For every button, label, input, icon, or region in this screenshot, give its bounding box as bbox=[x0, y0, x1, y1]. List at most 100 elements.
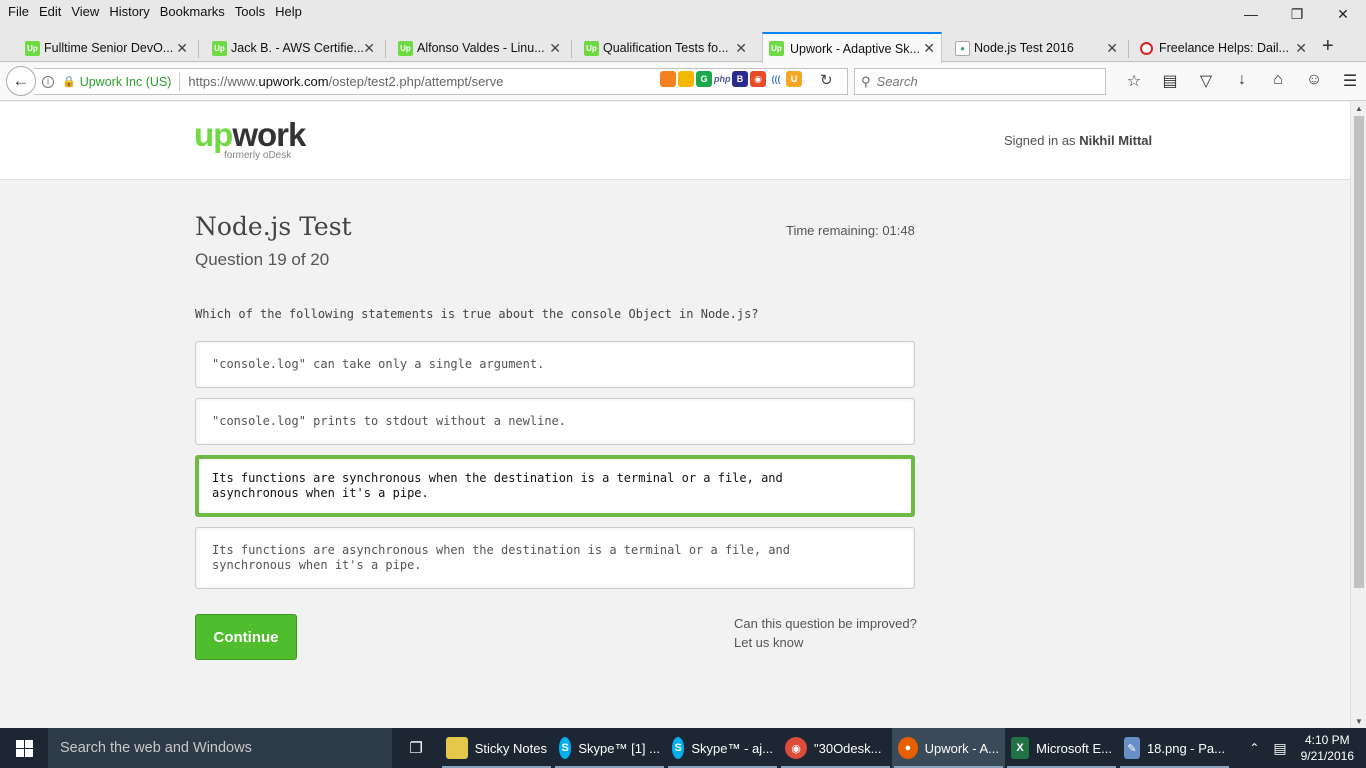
close-tab-icon[interactable]: ✕ bbox=[923, 40, 935, 57]
upwork-icon: Up bbox=[584, 40, 599, 56]
info-icon[interactable]: i bbox=[42, 75, 54, 88]
search-input[interactable]: ⚲ Search bbox=[854, 68, 1106, 95]
taskbar-app-paint[interactable]: ✎ 18.png - Pa... bbox=[1118, 728, 1231, 768]
grammarly-icon[interactable]: G bbox=[696, 71, 712, 87]
feedback-links: Can this question be improved? Let us kn… bbox=[734, 614, 917, 652]
chrome-icon: ◉ bbox=[785, 737, 807, 759]
clock-time: 4:10 PM bbox=[1304, 733, 1350, 747]
scroll-up-icon[interactable]: ▲ bbox=[1355, 104, 1363, 113]
menu-file[interactable]: File bbox=[3, 4, 34, 19]
nodejs-icon: ● bbox=[955, 40, 970, 56]
browser-tab[interactable]: Freelance Helps: Dail... ✕ bbox=[1137, 34, 1313, 62]
close-tab-icon[interactable]: ✕ bbox=[1106, 40, 1118, 57]
menu-history[interactable]: History bbox=[104, 4, 154, 19]
let-us-know-link[interactable]: Let us know bbox=[734, 633, 917, 652]
upwork-logo[interactable]: upwork formerly oDesk bbox=[194, 118, 306, 162]
wave-icon[interactable]: ((( bbox=[768, 71, 784, 87]
system-tray: ⌃ ▤ 4:10 PM 9/21/2016 bbox=[1249, 728, 1366, 768]
browser-tab[interactable]: Up Jack B. - AWS Certifie... ✕ bbox=[209, 34, 381, 62]
menu-edit[interactable]: Edit bbox=[34, 4, 66, 19]
pocket-icon[interactable]: ▽ bbox=[1188, 71, 1224, 91]
skype-icon: S bbox=[559, 737, 572, 759]
freelancehelps-icon bbox=[1140, 41, 1153, 55]
back-button[interactable]: ← bbox=[6, 66, 36, 96]
close-tab-icon[interactable]: ✕ bbox=[549, 40, 561, 57]
download-icon[interactable]: ↓ bbox=[1224, 71, 1260, 91]
php-icon[interactable]: php bbox=[714, 71, 731, 87]
browser-tab-active[interactable]: Up Upwork - Adaptive Sk... ✕ bbox=[762, 32, 942, 63]
close-tab-icon[interactable]: ✕ bbox=[1295, 40, 1307, 57]
answer-option[interactable]: "console.log" can take only a single arg… bbox=[195, 341, 915, 388]
taskbar-app-excel[interactable]: X Microsoft E... bbox=[1005, 728, 1118, 768]
new-tab-icon[interactable]: + bbox=[1322, 35, 1334, 58]
task-view-icon[interactable]: ❐ bbox=[392, 739, 440, 757]
menu-bar: File Edit View History Bookmarks Tools H… bbox=[0, 0, 1366, 22]
menu-bookmarks[interactable]: Bookmarks bbox=[155, 4, 230, 19]
menu-tools[interactable]: Tools bbox=[230, 4, 270, 19]
answer-option[interactable]: Its functions are asynchronous when the … bbox=[195, 527, 915, 589]
tab-title: Upwork - Adaptive Sk... bbox=[790, 41, 920, 56]
menu-help[interactable]: Help bbox=[270, 4, 307, 19]
notification-icon[interactable]: ▤ bbox=[1273, 740, 1286, 757]
bootstrap-icon[interactable]: B bbox=[732, 71, 748, 87]
reload-icon[interactable]: ↻ bbox=[820, 71, 833, 89]
test-title: Node.js Test bbox=[195, 212, 352, 241]
question-text: Which of the following statements is tru… bbox=[195, 307, 759, 321]
cloudflare-icon[interactable] bbox=[660, 71, 676, 87]
taskbar-app-firefox[interactable]: ● Upwork - A... bbox=[892, 728, 1005, 768]
scrollbar-thumb[interactable] bbox=[1354, 116, 1364, 588]
taskbar: Search the web and Windows ❐ Sticky Note… bbox=[0, 728, 1366, 768]
user-name[interactable]: Nikhil Mittal bbox=[1079, 133, 1152, 148]
tab-title: Qualification Tests fo... bbox=[603, 41, 729, 55]
lock-icon: 🔒 bbox=[62, 76, 76, 88]
close-tab-icon[interactable]: ✕ bbox=[735, 40, 747, 57]
extension-icons: G php B ◉ ((( U bbox=[660, 71, 802, 87]
upwork-icon: Up bbox=[212, 40, 227, 56]
smiley-icon[interactable]: ☺ bbox=[1296, 71, 1332, 91]
scroll-down-icon[interactable]: ▼ bbox=[1355, 717, 1363, 726]
search-placeholder: Search bbox=[876, 74, 918, 89]
question-number: Question 19 of 20 bbox=[195, 250, 330, 269]
menu-view[interactable]: View bbox=[66, 4, 104, 19]
reading-list-icon[interactable]: ▤ bbox=[1152, 71, 1188, 91]
search-icon: ⚲ bbox=[861, 73, 871, 89]
browser-tab[interactable]: Up Fulltime Senior DevO... ✕ bbox=[22, 34, 194, 62]
taskbar-app-chrome[interactable]: ◉ "30Odesk... bbox=[779, 728, 892, 768]
tab-bar: Up Fulltime Senior DevO... ✕ Up Jack B. … bbox=[0, 22, 1366, 63]
url-text[interactable]: https://www.upwork.com/ostep/test2.php/a… bbox=[188, 74, 503, 89]
taskbar-search[interactable]: Search the web and Windows bbox=[48, 728, 392, 768]
navigation-bar: i 🔒 Upwork Inc (US) https://www.upwork.c… bbox=[0, 63, 1366, 101]
windows-icon bbox=[15, 739, 33, 757]
browser-tab[interactable]: Up Alfonso Valdes - Linu... ✕ bbox=[395, 34, 567, 62]
bookmark-star-icon[interactable]: ☆ bbox=[1116, 71, 1152, 91]
firefox-icon: ● bbox=[898, 737, 918, 759]
site-identity[interactable]: Upwork Inc (US) bbox=[80, 75, 172, 89]
close-tab-icon[interactable]: ✕ bbox=[176, 40, 188, 57]
upwork-header: upwork formerly oDesk Signed in as Nikhi… bbox=[0, 102, 1350, 180]
excel-icon: X bbox=[1011, 737, 1030, 759]
tab-title: Jack B. - AWS Certifie... bbox=[231, 41, 364, 55]
taskbar-app-skype[interactable]: S Skype™ - aj... bbox=[666, 728, 779, 768]
back-arrow-icon: ← bbox=[12, 71, 30, 90]
ubuntu-icon[interactable]: ◉ bbox=[750, 71, 766, 87]
close-tab-icon[interactable]: ✕ bbox=[363, 40, 375, 57]
browser-tab[interactable]: Up Qualification Tests fo... ✕ bbox=[581, 34, 753, 62]
ublock-icon[interactable]: U bbox=[786, 71, 802, 87]
taskbar-app-skype[interactable]: S Skype™ [1] ... bbox=[553, 728, 666, 768]
skype-icon: S bbox=[672, 737, 685, 759]
time-remaining: Time remaining: 01:48 bbox=[786, 223, 915, 238]
start-button[interactable] bbox=[0, 728, 48, 768]
home-icon[interactable]: ⌂ bbox=[1260, 71, 1296, 91]
page-content: upwork formerly oDesk Signed in as Nikhi… bbox=[0, 102, 1350, 728]
chevron-up-icon[interactable]: ⌃ bbox=[1249, 741, 1259, 755]
scrollbar[interactable]: ▲ ▼ bbox=[1350, 102, 1366, 728]
clock[interactable]: 4:10 PM 9/21/2016 bbox=[1301, 732, 1354, 764]
improve-question-link[interactable]: Can this question be improved? bbox=[734, 614, 917, 633]
continue-button[interactable]: Continue bbox=[195, 614, 297, 660]
browser-tab[interactable]: ● Node.js Test 2016 ✕ bbox=[952, 34, 1124, 62]
answer-option-selected[interactable]: Its functions are synchronous when the d… bbox=[195, 455, 915, 517]
shield-icon[interactable] bbox=[678, 71, 694, 87]
taskbar-app-sticky-notes[interactable]: Sticky Notes bbox=[440, 728, 553, 768]
answer-option[interactable]: "console.log" prints to stdout without a… bbox=[195, 398, 915, 445]
hamburger-menu-icon[interactable]: ☰ bbox=[1332, 71, 1366, 91]
